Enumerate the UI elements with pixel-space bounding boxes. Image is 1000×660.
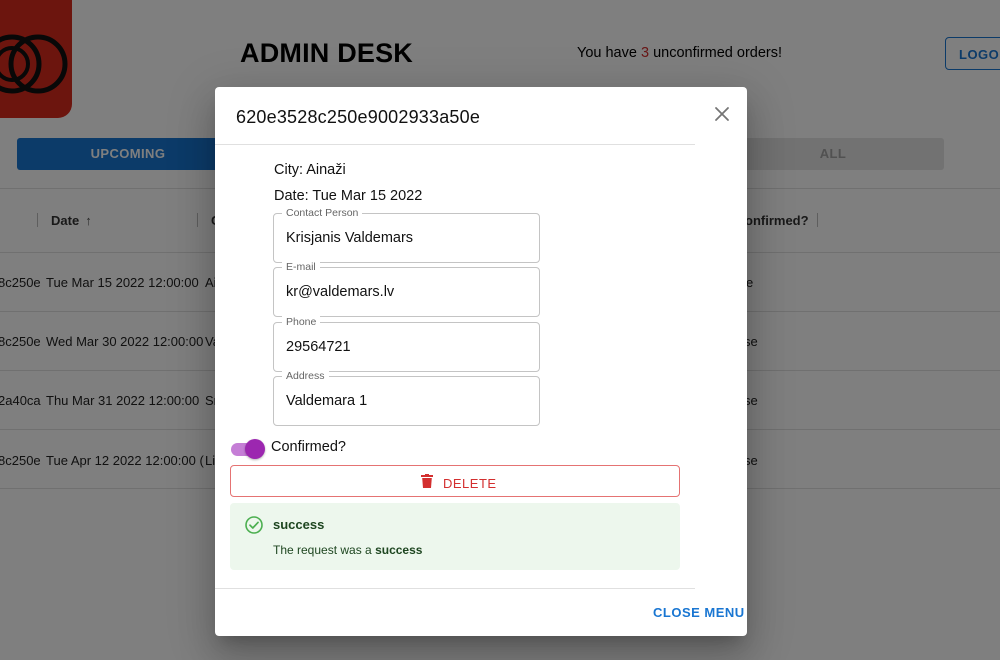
order-details-dialog: 620e3528c250e9002933a50e City: Ainaži Da… <box>215 87 747 636</box>
alert-message: The request was a success <box>273 543 422 557</box>
dialog-title: 620e3528c250e9002933a50e <box>236 107 481 127</box>
close-icon[interactable] <box>711 103 733 125</box>
phone-field[interactable]: Phone 29564721 <box>273 316 540 372</box>
address-value[interactable]: Valdemara 1 <box>286 393 367 409</box>
check-circle-icon <box>244 515 264 535</box>
success-alert: success The request was a success <box>230 503 680 570</box>
address-label: Address <box>282 370 329 382</box>
contact-person-field[interactable]: Contact Person Krisjanis Valdemars <box>273 207 540 263</box>
email-label: E-mail <box>282 261 320 273</box>
city-line: City: Ainaži <box>274 162 346 178</box>
dialog-divider <box>215 588 695 589</box>
confirmed-label: Confirmed? <box>271 439 346 455</box>
delete-label: DELETE <box>443 476 497 491</box>
email-value[interactable]: kr@valdemars.lv <box>286 284 394 300</box>
toggle-thumb[interactable] <box>245 439 265 459</box>
alert-title: success <box>273 517 325 532</box>
phone-value[interactable]: 29564721 <box>286 339 351 355</box>
dialog-divider <box>215 144 695 145</box>
delete-button-content[interactable]: DELETE <box>421 474 497 493</box>
contact-person-label: Contact Person <box>282 207 363 219</box>
trash-icon <box>421 474 433 493</box>
close-menu-button[interactable]: CLOSE MENU <box>653 605 745 620</box>
confirmed-toggle[interactable] <box>230 439 266 459</box>
email-field[interactable]: E-mail kr@valdemars.lv <box>273 261 540 317</box>
phone-label: Phone <box>282 316 321 328</box>
alert-message-bold: success <box>375 543 423 557</box>
contact-person-value[interactable]: Krisjanis Valdemars <box>286 230 413 246</box>
alert-message-prefix: The request was a <box>273 543 376 557</box>
delete-button[interactable]: DELETE <box>230 465 680 497</box>
date-line: Date: Tue Mar 15 2022 <box>274 188 423 204</box>
address-field[interactable]: Address Valdemara 1 <box>273 370 540 426</box>
